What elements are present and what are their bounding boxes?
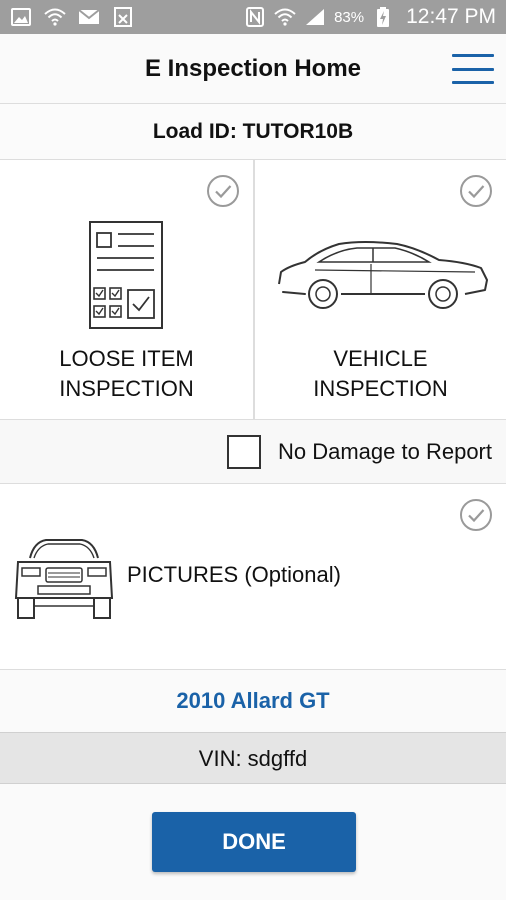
menu-line — [452, 54, 494, 57]
check-circle-icon — [460, 175, 492, 207]
menu-line — [452, 67, 494, 71]
vehicle-name: 2010 Allard GT — [0, 670, 506, 732]
hamburger-menu-icon[interactable] — [452, 51, 494, 87]
checklist-icon — [89, 221, 163, 329]
nfc-icon — [244, 7, 266, 27]
no-damage-checkbox[interactable] — [227, 434, 261, 469]
done-button[interactable]: DONE — [152, 812, 356, 872]
bottom-bar: DONE — [0, 784, 506, 900]
tile-label-line: VEHICLE — [333, 346, 428, 371]
tile-label-line: INSPECTION — [313, 376, 448, 401]
app-bar: E Inspection Home — [0, 34, 506, 104]
check-circle-icon — [207, 175, 239, 207]
notification-icons — [0, 7, 134, 27]
load-id-label: Load ID: TUTOR10B — [0, 104, 506, 160]
system-indicators: 83% 12:47 PM — [244, 5, 506, 29]
tile-label-line: INSPECTION — [59, 376, 194, 401]
check-circle-icon — [460, 499, 492, 531]
status-bar: 83% 12:47 PM — [0, 0, 506, 34]
inspection-tiles: LOOSE ITEM INSPECTION VEHICLE INSPECTION — [0, 160, 506, 420]
mail-icon — [78, 7, 100, 27]
loose-item-inspection-tile[interactable]: LOOSE ITEM INSPECTION — [0, 160, 253, 419]
clock: 12:47 PM — [406, 5, 496, 28]
image-icon — [10, 7, 32, 27]
tile-label-line: LOOSE ITEM — [59, 346, 194, 371]
car-side-icon — [278, 241, 488, 309]
task-icon — [112, 7, 134, 27]
battery-charging-icon — [372, 7, 394, 27]
menu-line — [452, 81, 494, 84]
wifi-icon — [44, 7, 66, 27]
page-title: E Inspection Home — [144, 55, 362, 82]
pictures-label: PICTURES (Optional) — [127, 562, 341, 587]
vin-label: VIN: sdgffd — [0, 732, 506, 784]
no-damage-row: No Damage to Report — [0, 420, 506, 484]
no-damage-label: No Damage to Report — [278, 438, 492, 464]
tile-label: VEHICLE INSPECTION — [255, 344, 506, 404]
signal-icon — [304, 7, 326, 27]
tile-label: LOOSE ITEM INSPECTION — [0, 344, 253, 404]
pictures-tile[interactable]: PICTURES (Optional) — [0, 484, 506, 670]
suv-front-icon — [14, 539, 114, 619]
wifi-signal-icon — [274, 7, 296, 27]
vehicle-inspection-tile[interactable]: VEHICLE INSPECTION — [253, 160, 506, 419]
battery-percent: 83% — [334, 8, 365, 26]
